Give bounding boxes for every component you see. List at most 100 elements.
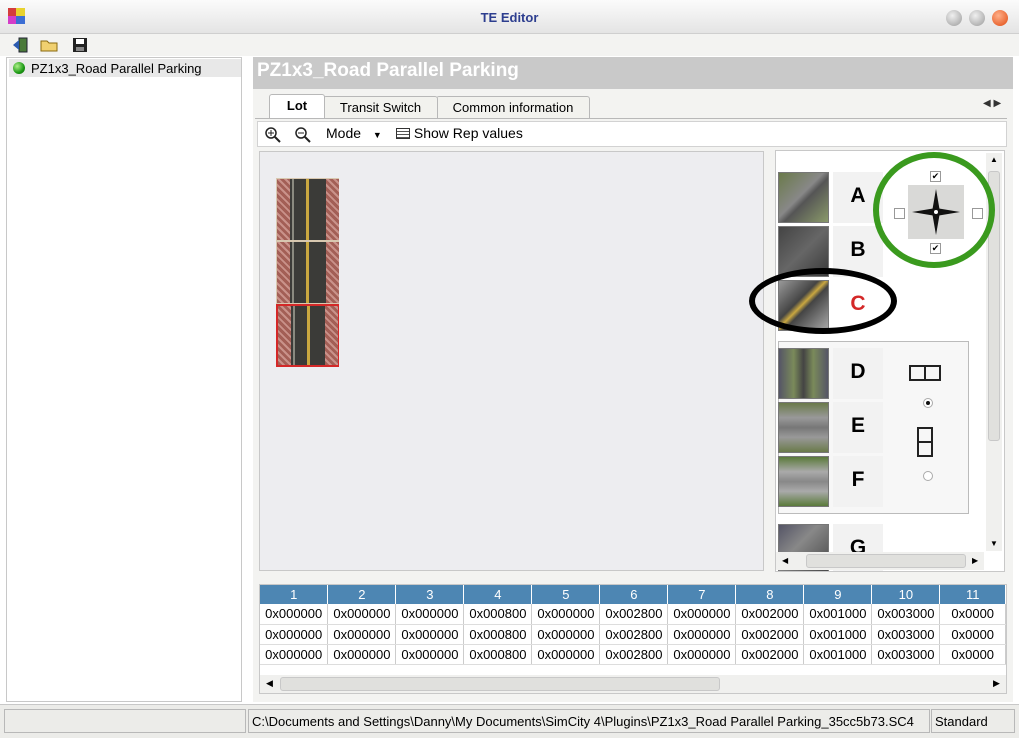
show-rep-values-button[interactable]: Show Rep values — [396, 125, 523, 141]
tree-item-label: PZ1x3_Road Parallel Parking — [31, 61, 202, 76]
tile-thumb-d[interactable] — [778, 348, 829, 399]
tile-label-d[interactable]: D — [833, 348, 883, 399]
tree-item[interactable]: PZ1x3_Road Parallel Parking — [9, 59, 241, 77]
layout-radio-vertical[interactable] — [923, 471, 933, 481]
column-header[interactable]: 10 — [871, 585, 941, 604]
scroll-left-icon[interactable]: ◀ — [782, 556, 788, 565]
scroll-right-icon[interactable]: ▶ — [993, 678, 1000, 689]
toolbar — [0, 34, 1019, 56]
status-bar: C:\Documents and Settings\Danny\My Docum… — [0, 704, 1019, 738]
scrollbar-thumb[interactable] — [280, 677, 720, 691]
lot-tile[interactable] — [276, 241, 339, 304]
table-cell[interactable]: 0x000800 — [463, 604, 533, 625]
table-cell[interactable]: 0x000000 — [395, 604, 465, 625]
column-header[interactable]: 4 — [463, 585, 533, 604]
lot-tile-selected[interactable] — [276, 304, 339, 367]
table-cell[interactable]: 0x002800 — [599, 644, 669, 665]
column-header[interactable]: 11 — [939, 585, 1006, 604]
values-grid: 1 2 3 4 5 6 7 8 9 10 11 0x000000 0x000000 0x000000 0x… — [259, 584, 1007, 694]
tab-right-icon[interactable]: ▶ — [993, 98, 1001, 109]
table-cell[interactable]: 0x000000 — [260, 644, 329, 665]
minimize-button[interactable] — [946, 10, 962, 26]
save-icon[interactable] — [71, 36, 89, 54]
table-cell[interactable]: 0x003000 — [871, 644, 941, 665]
table-cell[interactable]: 0x000000 — [667, 624, 737, 645]
grid-horizontal-scrollbar[interactable]: ◀ ▶ — [260, 675, 1006, 693]
table-cell[interactable]: 0x000000 — [260, 624, 329, 645]
table-cell[interactable]: 0x000000 — [531, 624, 601, 645]
tab-common-information[interactable]: Common information — [436, 96, 590, 118]
tab-lot[interactable]: Lot — [269, 94, 325, 118]
window-title: TE Editor — [480, 10, 539, 25]
table-cell[interactable]: 0x000000 — [327, 604, 397, 625]
tile-thumb-a[interactable] — [778, 172, 829, 223]
annotation-circle-black — [749, 268, 897, 334]
table-cell[interactable]: 0x001000 — [803, 624, 873, 645]
project-tree: PZ1x3_Road Parallel Parking — [6, 57, 242, 702]
scroll-left-icon[interactable]: ◀ — [266, 678, 273, 689]
tile-label-e[interactable]: E — [833, 402, 883, 453]
editor-panel: PZ1x3_Road Parallel Parking Common infor… — [253, 57, 1013, 702]
column-header[interactable]: 8 — [735, 585, 805, 604]
table-cell[interactable]: 0x003000 — [871, 604, 941, 625]
table-cell[interactable]: 0x001000 — [803, 644, 873, 665]
scroll-up-icon[interactable]: ▲ — [990, 155, 998, 164]
column-header[interactable]: 2 — [327, 585, 397, 604]
table-row[interactable]: 0x000000 0x000000 0x000000 0x000800 0x000000… — [260, 644, 1006, 665]
table-cell[interactable]: 0x002800 — [599, 624, 669, 645]
status-mode: Standard — [931, 709, 1015, 733]
tab-transit-switch[interactable]: Transit Switch — [323, 96, 438, 118]
table-cell[interactable]: 0x002800 — [599, 604, 669, 625]
tile-thumb-e[interactable] — [778, 402, 829, 453]
column-header[interactable]: 5 — [531, 585, 601, 604]
table-cell[interactable]: 0x002000 — [735, 624, 805, 645]
layout-radio-horizontal[interactable] — [923, 398, 933, 408]
table-cell[interactable]: 0x000000 — [531, 644, 601, 665]
show-rep-label: Show Rep values — [413, 125, 523, 141]
table-row[interactable]: 0x000000 0x000000 0x000000 0x000800 0x000000… — [260, 604, 1006, 625]
lot-tile[interactable] — [276, 178, 339, 241]
table-cell[interactable]: 0x000800 — [463, 644, 533, 665]
table-cell[interactable]: 0x002000 — [735, 644, 805, 665]
table-cell[interactable]: 0x000000 — [395, 624, 465, 645]
table-cell[interactable]: 0x000000 — [395, 644, 465, 665]
column-header[interactable]: 3 — [395, 585, 465, 604]
open-folder-icon[interactable] — [40, 36, 58, 54]
table-cell[interactable]: 0x000000 — [667, 644, 737, 665]
horizontal-scrollbar[interactable]: ◀ ▶ — [776, 552, 984, 570]
values-table: 1 2 3 4 5 6 7 8 9 10 11 0x000000 0x000000 0x000000 0x… — [260, 585, 1006, 665]
tab-scroll-arrows[interactable]: ◀ ▶ — [983, 98, 1001, 109]
close-button[interactable] — [992, 10, 1008, 26]
table-cell[interactable]: 0x000000 — [667, 604, 737, 625]
column-header[interactable]: 9 — [803, 585, 873, 604]
table-cell[interactable]: 0x002000 — [735, 604, 805, 625]
table-row[interactable]: 0x000000 0x000000 0x000000 0x000800 0x000000… — [260, 624, 1006, 645]
table-cell[interactable]: 0x003000 — [871, 624, 941, 645]
table-cell[interactable]: 0x0000 — [939, 604, 1006, 625]
column-header[interactable]: 6 — [599, 585, 669, 604]
table-cell[interactable]: 0x000800 — [463, 624, 533, 645]
table-cell[interactable]: 0x000000 — [327, 624, 397, 645]
tile-label-f[interactable]: F — [833, 456, 883, 507]
maximize-button[interactable] — [969, 10, 985, 26]
table-cell[interactable]: 0x0000 — [939, 624, 1006, 645]
exit-icon[interactable] — [11, 36, 29, 54]
zoom-in-icon[interactable] — [264, 126, 282, 147]
tab-left-icon[interactable]: ◀ — [983, 98, 991, 109]
chevron-down-icon: ▼ — [372, 130, 382, 140]
table-cell[interactable]: 0x001000 — [803, 604, 873, 625]
scrollbar-thumb[interactable] — [806, 554, 966, 568]
table-cell[interactable]: 0x000000 — [327, 644, 397, 665]
zoom-out-icon[interactable] — [294, 126, 312, 147]
table-cell[interactable]: 0x0000 — [939, 644, 1006, 665]
scroll-right-icon[interactable]: ▶ — [972, 556, 978, 565]
table-cell[interactable]: 0x000000 — [260, 604, 329, 625]
table-cell[interactable]: 0x000000 — [531, 604, 601, 625]
mode-dropdown[interactable]: Mode ▼ — [326, 125, 382, 141]
lot-canvas[interactable] — [259, 151, 764, 571]
page-title: PZ1x3_Road Parallel Parking — [253, 57, 1013, 89]
column-header[interactable]: 7 — [667, 585, 737, 604]
column-header[interactable]: 1 — [260, 585, 329, 604]
scroll-down-icon[interactable]: ▼ — [990, 539, 998, 548]
tile-thumb-f[interactable] — [778, 456, 829, 507]
